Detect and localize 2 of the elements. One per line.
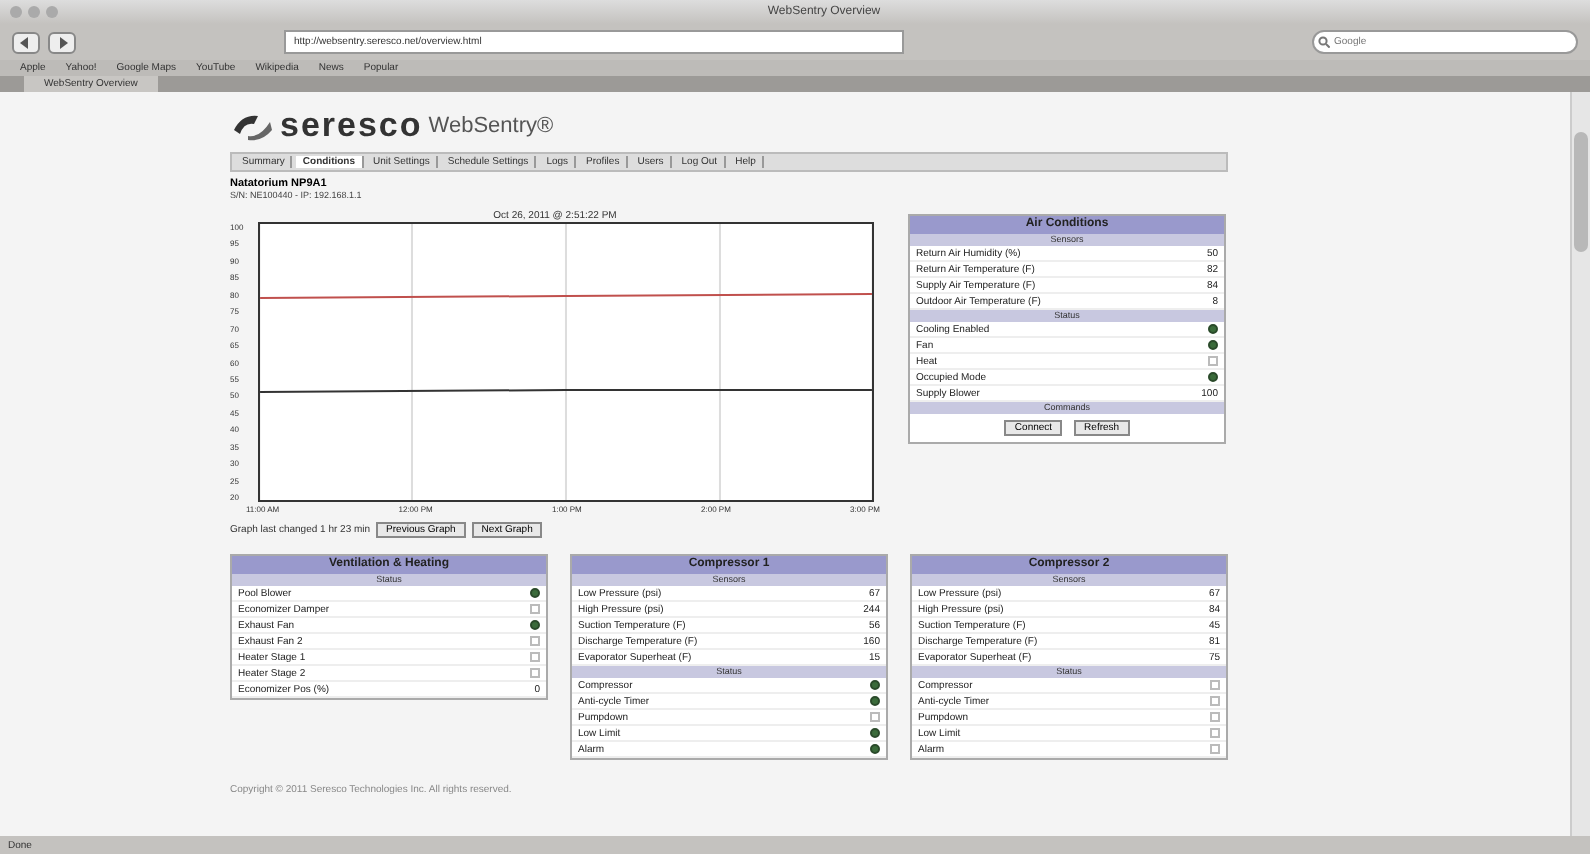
brand-name: seresco [280,106,423,146]
product-name: WebSentry® [428,114,554,138]
